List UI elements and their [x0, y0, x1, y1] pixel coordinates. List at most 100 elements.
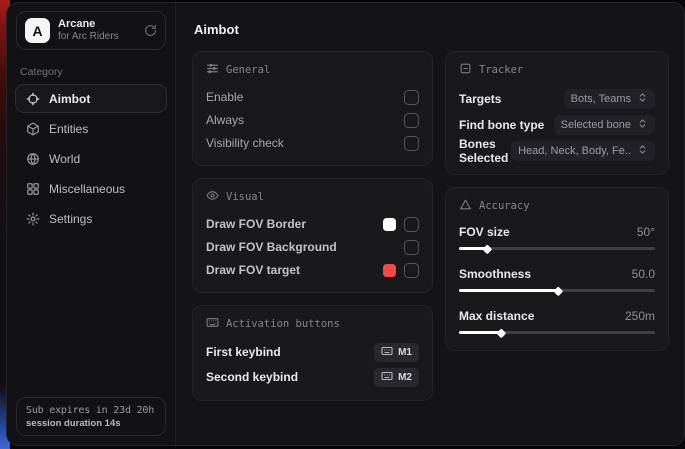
slider-knob[interactable] [483, 244, 492, 253]
eye-icon [206, 189, 219, 205]
keybind-value: M2 [398, 372, 412, 383]
general-card: General Enable Always Visibility check [192, 51, 433, 166]
targets-dropdown[interactable]: Bots, Teams [564, 89, 655, 109]
chevrons-up-down-icon [637, 118, 648, 132]
fov-target-checkbox[interactable] [404, 263, 419, 278]
sub-expiry-text: Sub expires in 23d 20h [26, 405, 156, 416]
visual-card-title: Visual [226, 191, 264, 203]
sidebar-item-world[interactable]: World [15, 144, 167, 173]
setting-label: Always [206, 113, 244, 127]
entities-cube-icon [26, 122, 40, 136]
smoothness-slider[interactable] [459, 286, 655, 295]
setting-row-max-distance: Max distance 250m [459, 306, 655, 337]
subscription-box: Sub expires in 23d 20h session duration … [16, 397, 166, 436]
setting-label: Find bone type [459, 118, 544, 132]
find-bone-type-dropdown[interactable]: Selected bone [554, 115, 655, 135]
sliders-icon [206, 62, 219, 78]
dropdown-value: Selected bone [561, 119, 631, 131]
sidebar-item-entities[interactable]: Entities [15, 114, 167, 143]
setting-row-visibility-check: Visibility check [206, 132, 419, 154]
max-distance-slider[interactable] [459, 328, 655, 337]
chevrons-up-down-icon [637, 144, 648, 158]
keyboard-icon [381, 370, 393, 385]
app-subtitle: for Arc Riders [58, 31, 136, 43]
accuracy-card-title: Accuracy [479, 200, 530, 212]
sidebar-item-label: Entities [49, 122, 88, 136]
sidebar-item-label: Aimbot [49, 92, 90, 106]
app-header: A Arcane for Arc Riders [16, 11, 166, 50]
sidebar-nav: Aimbot Entities World [7, 84, 175, 234]
second-keybind-button[interactable]: M2 [374, 368, 419, 387]
sidebar-item-aimbot[interactable]: Aimbot [15, 84, 167, 113]
enable-checkbox[interactable] [404, 90, 419, 105]
fov-size-slider[interactable] [459, 244, 655, 253]
always-checkbox[interactable] [404, 113, 419, 128]
setting-label: Visibility check [206, 136, 284, 150]
setting-label: Draw FOV target [206, 263, 300, 277]
setting-row-always: Always [206, 109, 419, 131]
fov-background-checkbox[interactable] [404, 240, 419, 255]
setting-label: Targets [459, 92, 501, 106]
setting-row-enable: Enable [206, 86, 419, 108]
slider-knob[interactable] [496, 328, 505, 337]
keyboard-icon [206, 316, 219, 332]
sidebar: A Arcane for Arc Riders Category Aimbot [7, 3, 176, 445]
setting-label: Bones Selected [459, 137, 511, 165]
sidebar-item-label: World [49, 152, 80, 166]
activation-card: Activation buttons First keybind M1 [192, 305, 433, 401]
visibility-check-checkbox[interactable] [404, 136, 419, 151]
dropdown-value: Head, Neck, Body, Fe.. [518, 145, 631, 157]
keyboard-icon [381, 345, 393, 360]
keybind-value: M1 [398, 347, 412, 358]
setting-row-targets: Targets Bots, Teams [459, 86, 655, 111]
setting-row-smoothness: Smoothness 50.0 [459, 264, 655, 295]
general-card-title: General [226, 64, 270, 76]
setting-label: FOV size [459, 225, 510, 239]
setting-label: Second keybind [206, 370, 298, 384]
slider-knob[interactable] [553, 286, 562, 295]
bones-selected-dropdown[interactable]: Head, Neck, Body, Fe.. [511, 141, 655, 161]
setting-label: Smoothness [459, 267, 531, 281]
app-title: Arcane [58, 18, 136, 31]
setting-row-find-bone-type: Find bone type Selected bone [459, 112, 655, 137]
crosshair-icon [26, 92, 40, 106]
sidebar-item-settings[interactable]: Settings [15, 204, 167, 233]
dropdown-value: Bots, Teams [571, 93, 631, 105]
gear-icon [26, 212, 40, 226]
scan-icon [459, 62, 472, 78]
globe-icon [26, 152, 40, 166]
page-title: Aimbot [194, 22, 669, 37]
setting-label: Enable [206, 90, 243, 104]
fov-size-value: 50° [637, 225, 655, 239]
app-window: A Arcane for Arc Riders Category Aimbot [6, 2, 685, 446]
activation-card-title: Activation buttons [226, 318, 340, 330]
category-label: Category [20, 66, 175, 78]
slider-fill [459, 331, 500, 334]
setting-label: Draw FOV Background [206, 240, 337, 254]
refresh-icon[interactable] [144, 24, 157, 37]
setting-row-second-keybind: Second keybind M2 [206, 365, 419, 389]
chevrons-up-down-icon [637, 92, 648, 106]
fov-target-color-swatch[interactable] [383, 264, 396, 277]
setting-label: Draw FOV Border [206, 217, 306, 231]
accuracy-card: Accuracy FOV size 50° [445, 187, 669, 351]
triangle-icon [459, 198, 472, 214]
fov-border-checkbox[interactable] [404, 217, 419, 232]
slider-fill [459, 289, 557, 292]
setting-row-fov-size: FOV size 50° [459, 222, 655, 253]
session-duration-text: session duration 14s [26, 418, 156, 429]
fov-border-color-swatch[interactable] [383, 218, 396, 231]
sidebar-item-miscellaneous[interactable]: Miscellaneous [15, 174, 167, 203]
setting-label: Max distance [459, 309, 534, 323]
sidebar-item-label: Miscellaneous [49, 182, 125, 196]
slider-fill [459, 247, 486, 250]
setting-row-fov-border: Draw FOV Border [206, 213, 419, 235]
sidebar-item-label: Settings [49, 212, 92, 226]
visual-card: Visual Draw FOV Border Draw FOV Backgrou… [192, 178, 433, 293]
max-distance-value: 250m [625, 309, 655, 323]
tracker-card-title: Tracker [479, 64, 523, 76]
first-keybind-button[interactable]: M1 [374, 343, 419, 362]
setting-row-bones-selected: Bones Selected Head, Neck, Body, Fe.. [459, 138, 655, 163]
setting-row-fov-background: Draw FOV Background [206, 236, 419, 258]
tracker-card: Tracker Targets Bots, Teams [445, 51, 669, 175]
